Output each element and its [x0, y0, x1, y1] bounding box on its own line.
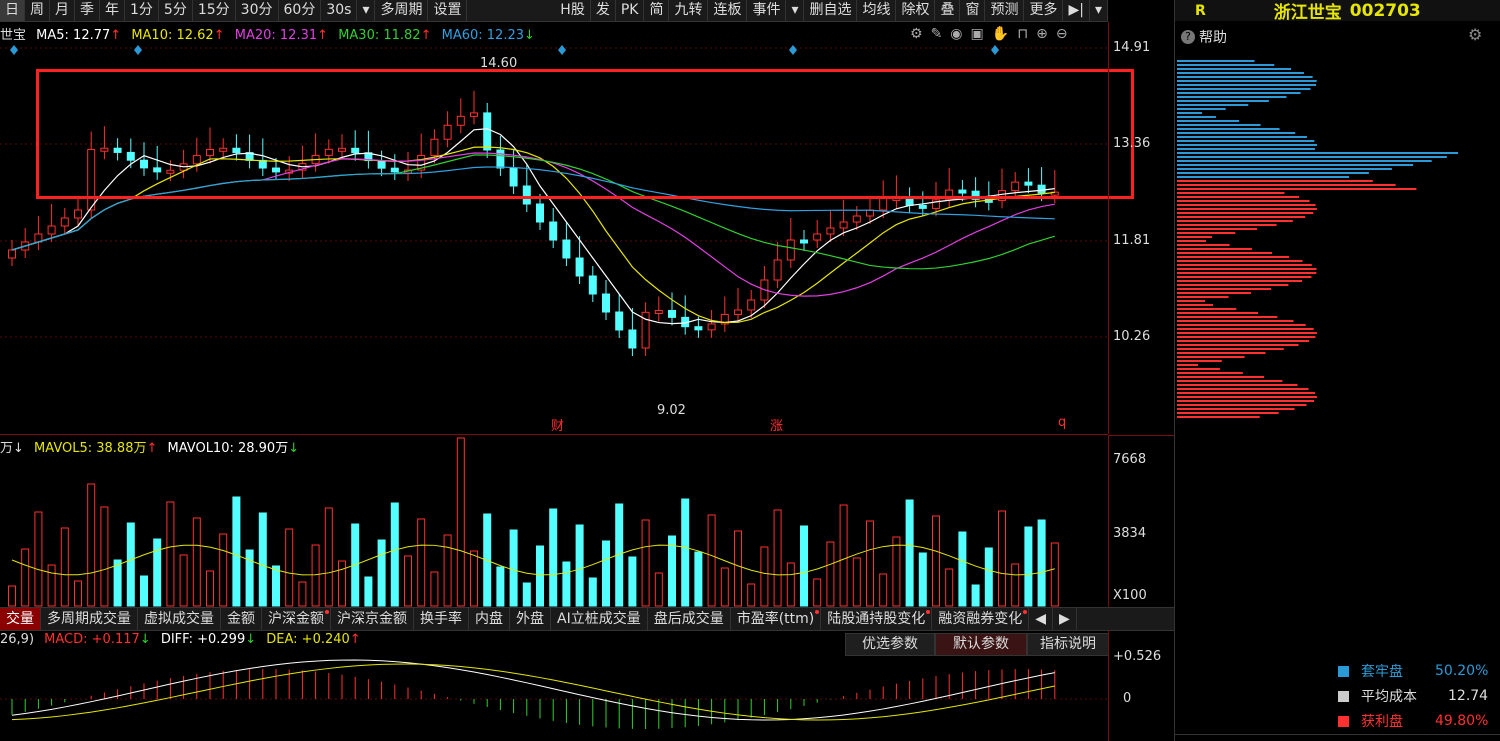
macd-arrow: ↓	[139, 632, 151, 647]
price-tick: 13.36	[1113, 136, 1151, 151]
stock-header: R 浙江世宝 002703	[1175, 0, 1500, 23]
new-dot-icon	[926, 610, 931, 614]
macd-tick: +0.526	[1113, 649, 1162, 664]
indicator-help-button[interactable]: 指标说明	[1027, 633, 1109, 656]
indicator-tab[interactable]: 换手率	[414, 608, 469, 630]
macd-params: 26,9)	[0, 632, 35, 647]
indicator-tab[interactable]: AI立桩成交量	[551, 608, 648, 630]
macd-tick: 0	[1123, 691, 1132, 706]
scroll-left-icon[interactable]: ◀	[1029, 608, 1054, 630]
price-tick: 14.91	[1113, 40, 1151, 55]
indicator-tab[interactable]: 外盘	[510, 608, 551, 630]
new-dot-icon	[815, 610, 820, 614]
indicator-tab[interactable]: 多周期成交量	[41, 608, 138, 630]
diff-arrow: ↓	[245, 632, 257, 647]
indicator-tab[interactable]: 沪深京金额	[331, 608, 414, 630]
trapped-swatch	[1338, 665, 1349, 677]
volume-unit: X100	[1113, 588, 1147, 603]
dea-value: DEA: +0.240	[266, 632, 350, 647]
gear-icon[interactable]: ⚙	[1468, 25, 1482, 44]
price-tick: 10.26	[1113, 329, 1151, 344]
indicator-tab[interactable]: 陆股通持股变化	[821, 608, 933, 630]
stock-code: 002703	[1349, 0, 1421, 21]
macd-value: MACD: +0.117	[44, 632, 140, 647]
trapped-value: 50.20%	[1435, 663, 1489, 679]
new-dot-icon	[1023, 610, 1028, 614]
avg-cost-value: 12.74	[1448, 688, 1489, 704]
price-tick: 11.81	[1113, 233, 1151, 248]
indicator-tab[interactable]: 融资融券变化	[932, 608, 1030, 630]
help-link[interactable]: ? 帮助	[1181, 27, 1227, 47]
profit-label: 获利盘	[1361, 714, 1403, 730]
event-marker-finance[interactable]: 财	[551, 415, 564, 434]
volume-axis: 7668 3834 X100	[1108, 435, 1175, 608]
indicator-tab[interactable]: 盘后成交量	[648, 608, 731, 630]
profit-value: 49.80%	[1435, 713, 1489, 729]
volume-legend: 万↓ MAVOL5: 38.88万↑ MAVOL10: 28.90万↓	[0, 437, 299, 456]
divider	[1175, 734, 1500, 735]
mavol5-value: MAVOL5: 38.88万	[34, 441, 147, 456]
legend-trapped: 套牢盘 50.20%	[1338, 661, 1488, 681]
stock-name: 浙江世宝	[1273, 3, 1342, 23]
diff-value: DIFF: +0.299	[160, 632, 246, 647]
event-marker-q[interactable]: q	[1058, 415, 1066, 430]
volume-tick: 7668	[1113, 452, 1147, 467]
indicator-tab[interactable]: 交量	[0, 608, 41, 630]
price-axis: 14.91 13.36 11.81 10.26	[1108, 22, 1175, 434]
scroll-right-icon[interactable]: ▶	[1053, 608, 1077, 630]
default-params-button[interactable]: 默认参数	[935, 633, 1027, 656]
volume-tick: 3834	[1113, 526, 1147, 541]
indicator-tab[interactable]: 内盘	[469, 608, 510, 630]
optimal-params-button[interactable]: 优选参数	[845, 633, 935, 656]
indicator-tab[interactable]: 金额	[221, 608, 262, 630]
avg-cost-swatch	[1338, 690, 1349, 702]
highlight-box	[36, 69, 1134, 199]
low-price-label: 9.02	[657, 403, 686, 418]
indicator-tab[interactable]: 市盈率(ttm)	[731, 608, 822, 630]
profit-swatch	[1338, 715, 1349, 727]
mavol10-arrow: ↓	[288, 441, 300, 456]
stock-flag: R	[1195, 2, 1206, 19]
legend-avg-cost: 平均成本 12.74	[1338, 686, 1488, 706]
event-marker-limit[interactable]: 涨	[770, 415, 783, 434]
mavol10-value: MAVOL10: 28.90万	[167, 441, 289, 456]
legend-profit: 获利盘 49.80%	[1338, 711, 1488, 731]
question-icon: ?	[1181, 30, 1195, 44]
dea-arrow: ↑	[349, 632, 361, 647]
indicator-tabs: 交量 多周期成交量 虚拟成交量 金额 沪深金额 沪深京金额 换手率 内盘 外盘 AI立桩成交量 盘后…	[0, 607, 1174, 631]
indicator-tab[interactable]: 沪深金额	[262, 608, 331, 630]
trapped-label: 套牢盘	[1361, 664, 1403, 680]
chip-distribution-panel: R 浙江世宝 002703 ? 帮助 ⚙	[1174, 0, 1500, 741]
macd-axis: +0.526 0	[1108, 630, 1175, 741]
volume-label-tail: 万↓	[0, 441, 24, 456]
divider	[0, 434, 1108, 435]
chip-distribution-chart	[1177, 60, 1459, 418]
help-label: 帮助	[1199, 30, 1227, 46]
indicator-tab[interactable]: 虚拟成交量	[138, 608, 221, 630]
avg-cost-label: 平均成本	[1361, 689, 1417, 705]
mavol5-arrow: ↑	[146, 441, 158, 456]
new-dot-icon	[325, 610, 329, 614]
